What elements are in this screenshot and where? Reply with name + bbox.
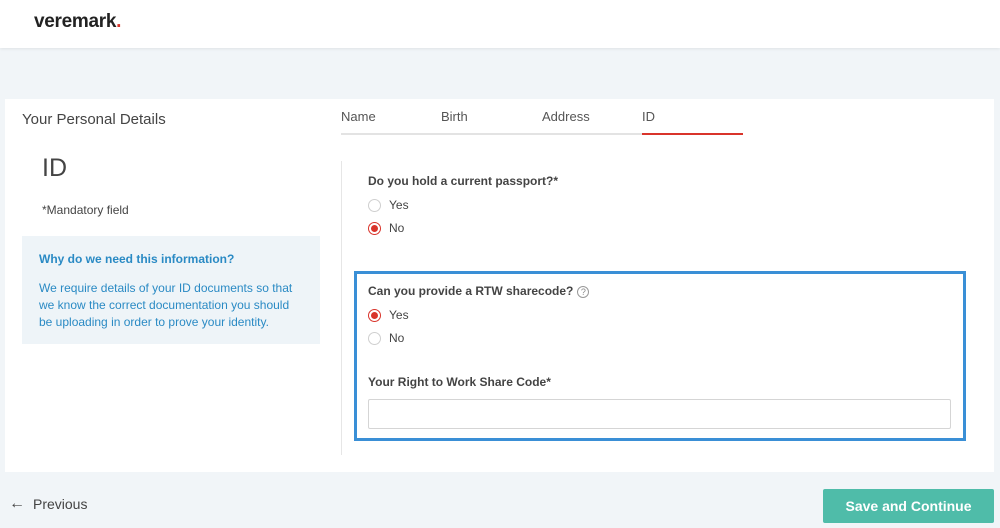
passport-no-label: No [389, 221, 405, 235]
rtw-no-option[interactable]: No [368, 331, 404, 345]
rtw-no-label: No [389, 331, 405, 345]
rtw-question: Can you provide a RTW sharecode?? [368, 284, 590, 298]
info-text: We require details of your ID documents … [39, 281, 293, 329]
mandatory-note: *Mandatory field [42, 203, 129, 217]
passport-no-radio[interactable] [368, 221, 381, 235]
veremark-logo[interactable]: veremark. [34, 11, 121, 33]
rtw-question-text: Can you provide a RTW sharecode? [368, 284, 574, 298]
passport-yes-label: Yes [389, 198, 409, 212]
top-bar: veremark. [0, 0, 1000, 48]
rtw-yes-label: Yes [389, 308, 409, 322]
previous-label: Previous [33, 496, 88, 512]
personal-details-card: Your Personal Details ID *Mandatory fiel… [5, 99, 994, 472]
save-and-continue-button[interactable]: Save and Continue [823, 489, 994, 523]
arrow-left-icon: ← [9, 495, 25, 512]
rtw-no-radio[interactable] [368, 331, 381, 345]
logo-text: veremark [34, 11, 117, 32]
rtw-yes-option[interactable]: Yes [368, 308, 409, 322]
step-tabs: Name Birth Address ID [341, 99, 743, 135]
info-box: Why do we need this information? We requ… [22, 236, 320, 344]
rtw-yes-radio[interactable] [368, 308, 381, 322]
info-title: Why do we need this information? [39, 252, 235, 266]
tab-id[interactable]: ID [642, 109, 655, 124]
passport-yes-radio[interactable] [368, 198, 381, 212]
passport-question: Do you hold a current passport?* [368, 174, 559, 188]
help-icon[interactable]: ? [577, 285, 590, 298]
passport-no-option[interactable]: No [368, 221, 404, 235]
passport-yes-option[interactable]: Yes [368, 198, 409, 212]
share-code-label: Your Right to Work Share Code* [368, 375, 551, 389]
vertical-divider [341, 161, 342, 455]
tab-birth[interactable]: Birth [441, 109, 468, 124]
tab-name[interactable]: Name [341, 109, 376, 124]
logo-dot: . [116, 11, 122, 32]
section-title: Your Personal Details [22, 111, 166, 128]
share-code-input[interactable] [368, 399, 951, 429]
page-heading: ID [42, 154, 67, 182]
active-tab-indicator [642, 133, 743, 135]
previous-button[interactable]: ← Previous [9, 495, 87, 513]
tab-address[interactable]: Address [542, 109, 590, 124]
